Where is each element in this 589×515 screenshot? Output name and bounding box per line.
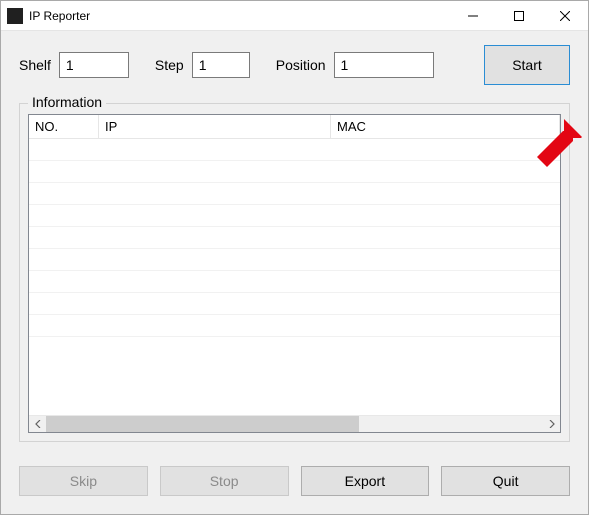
table-row <box>29 139 560 161</box>
scroll-right-icon[interactable] <box>543 416 560 432</box>
minimize-button[interactable] <box>450 1 496 31</box>
table-row <box>29 315 560 337</box>
bottom-buttons: Skip Stop Export Quit <box>19 466 570 496</box>
step-label: Step <box>155 57 184 73</box>
table-row <box>29 249 560 271</box>
start-button[interactable]: Start <box>484 45 570 85</box>
information-group: Information NO. IP MAC <box>19 103 570 442</box>
step-input[interactable] <box>192 52 250 78</box>
window-controls <box>450 1 588 30</box>
grid-body <box>29 139 560 415</box>
scroll-left-icon[interactable] <box>29 416 46 432</box>
group-title: Information <box>28 94 106 110</box>
data-grid[interactable]: NO. IP MAC <box>28 114 561 433</box>
app-title: IP Reporter <box>29 9 450 23</box>
column-no[interactable]: NO. <box>29 115 99 138</box>
quit-button[interactable]: Quit <box>441 466 570 496</box>
table-row <box>29 293 560 315</box>
stop-button[interactable]: Stop <box>160 466 289 496</box>
maximize-button[interactable] <box>496 1 542 31</box>
parameters-row: Shelf Step Position Start <box>19 45 570 85</box>
table-row <box>29 271 560 293</box>
column-ip[interactable]: IP <box>99 115 331 138</box>
shelf-label: Shelf <box>19 57 51 73</box>
close-button[interactable] <box>542 1 588 31</box>
table-row <box>29 205 560 227</box>
position-label: Position <box>276 57 326 73</box>
column-mac[interactable]: MAC <box>331 115 560 138</box>
table-row <box>29 183 560 205</box>
maximize-icon <box>514 11 524 21</box>
horizontal-scrollbar[interactable] <box>29 415 560 432</box>
content-area: Shelf Step Position Start Information NO… <box>1 31 588 514</box>
position-input[interactable] <box>334 52 434 78</box>
app-window: IP Reporter Shelf Step Position Start <box>0 0 589 515</box>
minimize-icon <box>468 11 478 21</box>
scrollbar-track[interactable] <box>46 416 543 432</box>
skip-button[interactable]: Skip <box>19 466 148 496</box>
scrollbar-thumb[interactable] <box>46 416 359 432</box>
table-row <box>29 227 560 249</box>
titlebar: IP Reporter <box>1 1 588 31</box>
export-button[interactable]: Export <box>301 466 430 496</box>
shelf-input[interactable] <box>59 52 129 78</box>
table-row <box>29 161 560 183</box>
close-icon <box>560 11 570 21</box>
grid-header: NO. IP MAC <box>29 115 560 139</box>
app-icon <box>7 8 23 24</box>
